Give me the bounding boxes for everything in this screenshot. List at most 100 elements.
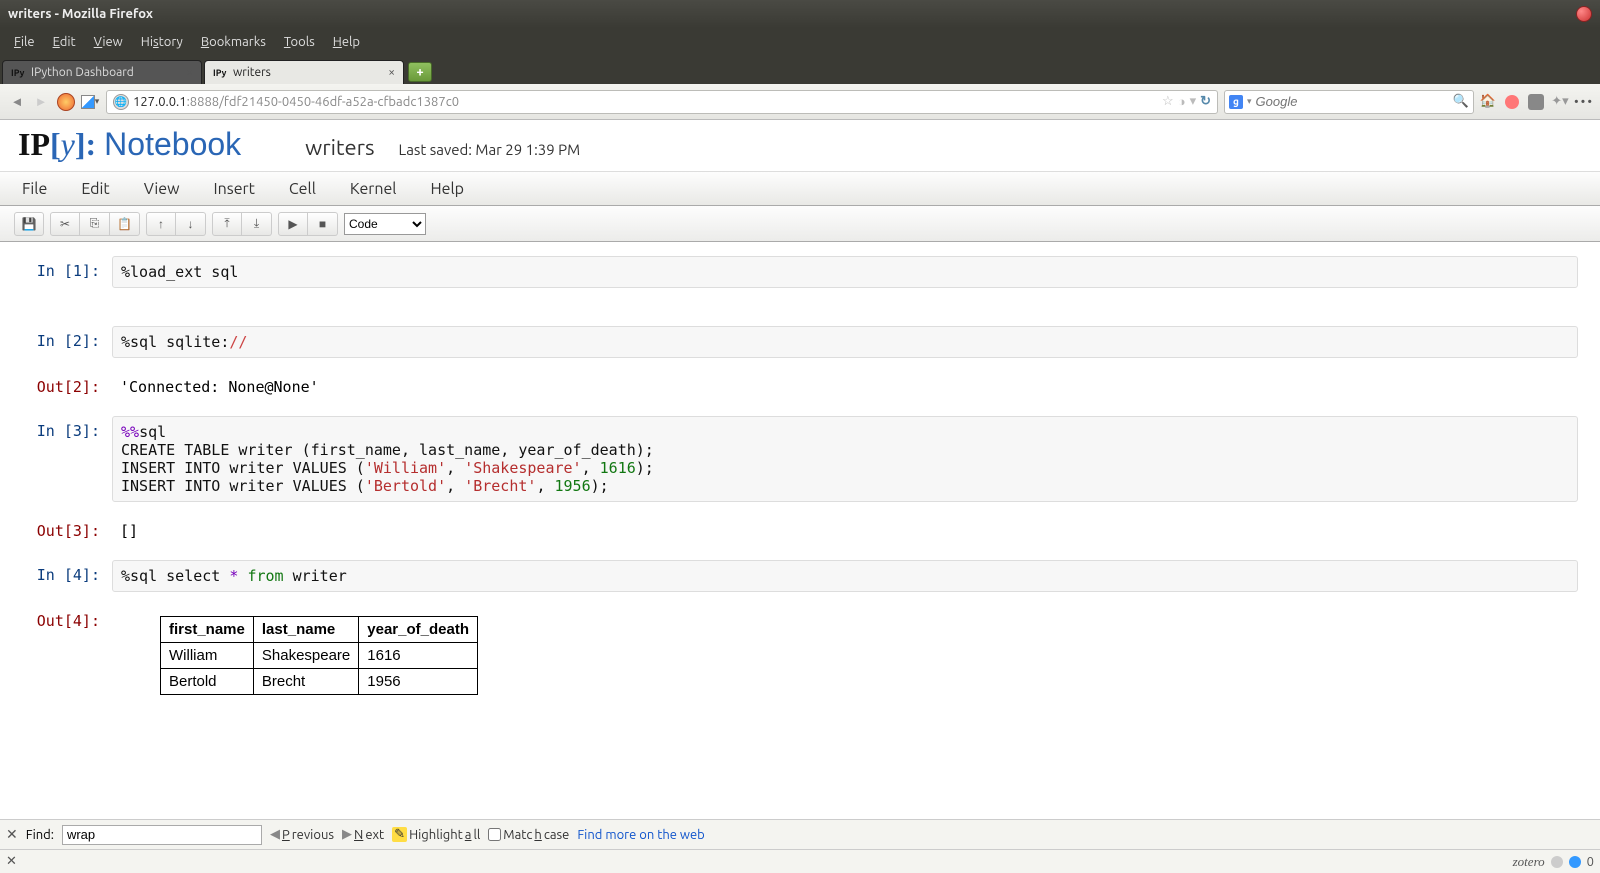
findbar: ✕ Find: ◀ Previous ▶ Next ✎Highlight all…: [0, 819, 1600, 849]
status-icon-2[interactable]: [1569, 856, 1581, 868]
nb-menu-cell[interactable]: Cell: [273, 174, 332, 204]
paste-button[interactable]: 📋: [110, 212, 140, 236]
input-prompt: In [4]:: [22, 560, 112, 584]
input-prompt: In [3]:: [22, 416, 112, 440]
nb-menu-file[interactable]: File: [6, 174, 63, 204]
output-text: 'Connected: None@None': [120, 378, 319, 396]
forward-button[interactable]: ►: [30, 91, 52, 113]
notebook-menubar: File Edit View Insert Cell Kernel Help: [0, 172, 1600, 206]
col-header: first_name: [161, 617, 254, 643]
col-header: last_name: [253, 617, 358, 643]
copy-button[interactable]: ⎘: [80, 212, 110, 236]
addon-bar: ✕ zotero 0: [0, 849, 1600, 873]
search-input[interactable]: [1256, 94, 1449, 109]
reload-button[interactable]: ↻: [1200, 94, 1211, 109]
browser-tabstrip: IPy IPython Dashboard × IPy writers × +: [0, 56, 1600, 84]
highlight-all-button[interactable]: ✎Highlight all: [392, 827, 480, 842]
nb-menu-help[interactable]: Help: [415, 174, 481, 204]
browser-tab-dashboard[interactable]: IPy IPython Dashboard ×: [2, 60, 202, 84]
code-area[interactable]: %sql select * from writer: [121, 567, 347, 585]
notebook-body[interactable]: In [1]: %load_ext sql In [2]: %sql sqlit…: [0, 242, 1600, 752]
browser-tab-writers[interactable]: IPy writers ×: [204, 60, 404, 84]
find-prev-button[interactable]: ◀ Previous: [270, 827, 334, 842]
output-text: []: [120, 522, 138, 540]
menu-tools[interactable]: Tools: [276, 32, 323, 52]
tab-label: writers: [233, 66, 271, 79]
findbar-close-icon[interactable]: ✕: [6, 826, 18, 843]
find-input[interactable]: [62, 825, 262, 845]
firefox-menubar: File Edit View History Bookmarks Tools H…: [0, 28, 1600, 56]
ipython-logo[interactable]: IP[y]: Notebook: [18, 126, 241, 163]
cell-type-select[interactable]: Code: [344, 213, 426, 235]
menu-file[interactable]: File: [6, 32, 43, 52]
col-header: year_of_death: [359, 617, 478, 643]
tab-favicon-icon: IPy: [213, 66, 229, 80]
code-area[interactable]: %load_ext sql: [121, 263, 238, 281]
status-count: 0: [1587, 855, 1594, 869]
code-area[interactable]: %%sql CREATE TABLE writer (first_name, l…: [121, 423, 654, 495]
insert-above-button[interactable]: ⤒: [212, 212, 242, 236]
interrupt-button[interactable]: ■: [308, 212, 338, 236]
overflow-menu-icon[interactable]: •••: [1574, 92, 1594, 112]
cell-out-3: Out[3]: []: [22, 516, 1578, 546]
menu-edit[interactable]: Edit: [45, 32, 84, 52]
cell-out-4: Out[4]: first_name last_name year_of_dea…: [22, 606, 1578, 701]
nb-menu-insert[interactable]: Insert: [198, 174, 271, 204]
feed-icon[interactable]: ◑: [1178, 94, 1186, 109]
move-up-button[interactable]: ↑: [146, 212, 176, 236]
findbar-label: Find:: [26, 828, 54, 842]
addon-icon-2[interactable]: ✦▾: [1550, 92, 1570, 112]
cut-button[interactable]: ✂: [50, 212, 80, 236]
nb-menu-kernel[interactable]: Kernel: [334, 174, 413, 204]
table-row: BertoldBrecht1956: [161, 669, 478, 695]
cell-out-2: Out[2]: 'Connected: None@None': [22, 372, 1578, 402]
menu-bookmarks[interactable]: Bookmarks: [193, 32, 274, 52]
code-area[interactable]: %sql sqlite://: [121, 333, 247, 351]
find-web-link[interactable]: Find more on the web: [577, 828, 704, 842]
move-down-button[interactable]: ↓: [176, 212, 206, 236]
bookmark-star-icon[interactable]: ☆: [1162, 94, 1174, 109]
find-next-button[interactable]: ▶ Next: [342, 827, 384, 842]
nb-menu-edit[interactable]: Edit: [65, 174, 125, 204]
cell-in-2[interactable]: In [2]: %sql sqlite://: [22, 326, 1578, 358]
cell-in-3[interactable]: In [3]: %%sql CREATE TABLE writer (first…: [22, 416, 1578, 502]
save-button[interactable]: 💾: [14, 212, 44, 236]
match-case-checkbox[interactable]: Match case: [488, 828, 569, 842]
back-button[interactable]: ◄: [6, 91, 28, 113]
nav-toolbar: ◄ ► ▾ 🌐 127.0.0.1:8888/fdf21450-0450-46d…: [0, 84, 1600, 120]
new-tab-button[interactable]: +: [408, 62, 432, 82]
tab-favicon-icon: IPy: [11, 66, 27, 80]
cell-in-4[interactable]: In [4]: %sql select * from writer: [22, 560, 1578, 592]
notebook-header: IP[y]: Notebook writers Last saved: Mar …: [0, 120, 1600, 172]
status-icon[interactable]: [1551, 856, 1563, 868]
delicious-icon[interactable]: ▾: [80, 92, 100, 112]
search-engine-icon[interactable]: g: [1229, 95, 1243, 109]
addonbar-close-icon[interactable]: ✕: [6, 854, 17, 869]
notebook-name[interactable]: writers: [305, 135, 374, 160]
search-bar[interactable]: g ▾ 🔍: [1224, 90, 1474, 114]
address-bar[interactable]: 🌐 127.0.0.1:8888/fdf21450-0450-46df-a52a…: [106, 90, 1218, 114]
site-identity-icon[interactable]: 🌐: [113, 94, 129, 110]
os-titlebar: writers - Mozilla Firefox: [0, 0, 1600, 28]
insert-below-button[interactable]: ⤓: [242, 212, 272, 236]
zotero-label[interactable]: zotero: [1513, 854, 1545, 870]
input-prompt: In [2]:: [22, 326, 112, 350]
tab-close-icon[interactable]: ×: [184, 66, 195, 79]
tab-close-icon[interactable]: ×: [386, 66, 397, 79]
window-close-button[interactable]: [1576, 6, 1592, 22]
evernote-icon[interactable]: [1526, 92, 1546, 112]
home-button[interactable]: 🏠: [1478, 92, 1498, 112]
output-prompt: Out[4]:: [22, 606, 112, 630]
firefox-icon[interactable]: [56, 92, 76, 112]
menu-history[interactable]: History: [133, 32, 191, 52]
table-row: WilliamShakespeare1616: [161, 643, 478, 669]
search-go-icon[interactable]: 🔍: [1453, 94, 1469, 109]
notebook-toolbar: 💾 ✂ ⎘ 📋 ↑ ↓ ⤒ ⤓ ▶ ■ Code: [0, 206, 1600, 242]
cell-in-1[interactable]: In [1]: %load_ext sql: [22, 256, 1578, 288]
run-button[interactable]: ▶: [278, 212, 308, 236]
last-saved-label: Last saved: Mar 29 1:39 PM: [399, 141, 581, 158]
addon-icon-1[interactable]: [1502, 92, 1522, 112]
nb-menu-view[interactable]: View: [128, 174, 196, 204]
menu-view[interactable]: View: [86, 32, 131, 52]
menu-help[interactable]: Help: [325, 32, 368, 52]
